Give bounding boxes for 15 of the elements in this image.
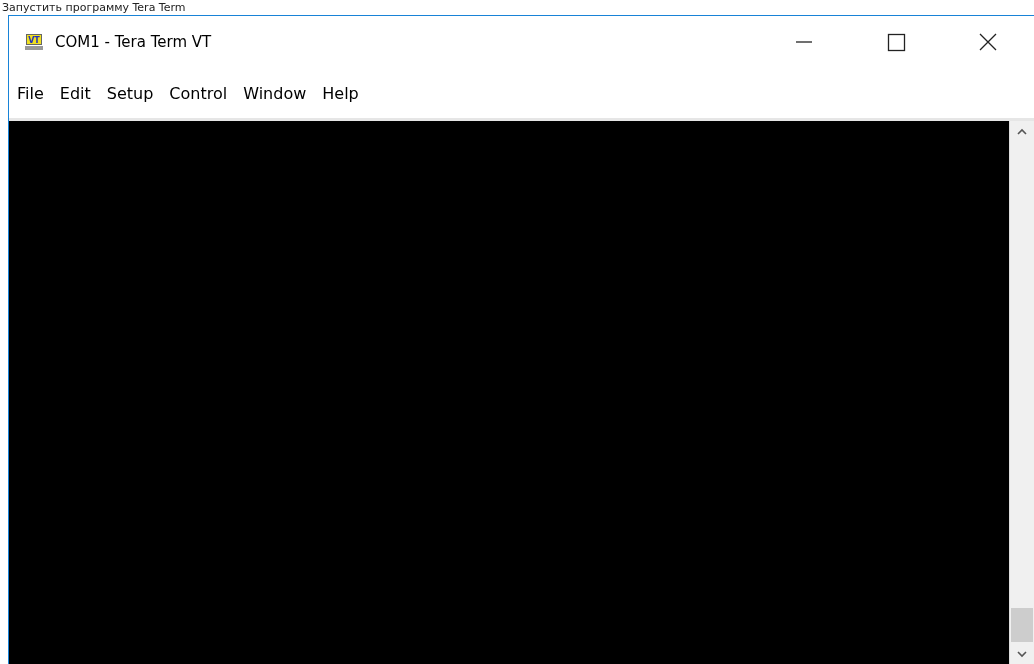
scrollbar-thumb[interactable] [1011,608,1033,642]
close-icon [978,32,998,52]
maximize-icon [886,32,906,52]
menu-item[interactable]: Control [163,83,234,103]
menu-item[interactable]: Setup [100,83,160,103]
chevron-down-icon [1017,650,1027,658]
menu-item[interactable]: File [11,83,50,103]
menu-item[interactable]: Edit [53,83,97,103]
chevron-up-icon [1017,127,1027,135]
caption-text: Запустить программу Tera Term [1,0,186,15]
vertical-scrollbar[interactable] [1009,121,1034,664]
menu-item[interactable]: Help [316,83,365,103]
window-title: COM1 - Tera Term VT [55,33,213,51]
minimize-icon [796,41,812,43]
menu-item[interactable]: Window [237,83,313,103]
